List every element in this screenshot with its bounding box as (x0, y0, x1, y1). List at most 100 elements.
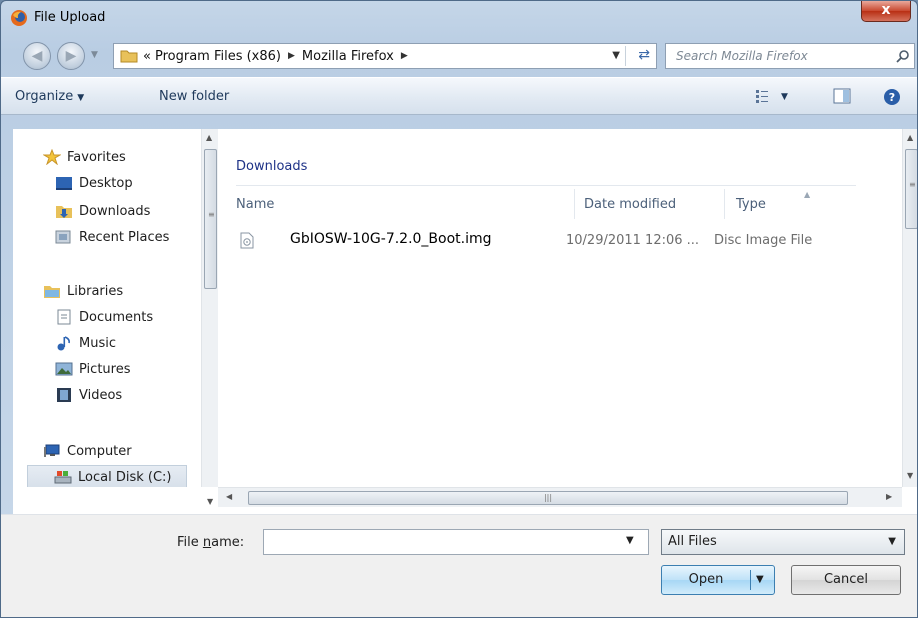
nav-item-local-disk[interactable]: Local Disk (C:) (27, 465, 187, 487)
nav-scroll-thumb[interactable]: ≡ (204, 149, 217, 289)
file-name-input[interactable] (263, 529, 649, 555)
nav-label: Documents (79, 309, 154, 325)
search-icon[interactable] (896, 49, 910, 63)
scroll-left-icon[interactable]: ◀ (226, 492, 232, 501)
back-arrow-icon: ◀ (31, 48, 43, 64)
document-icon (57, 309, 71, 325)
nav-item-music[interactable]: Music (55, 331, 116, 355)
window-title: File Upload (34, 10, 106, 25)
column-header-type[interactable]: Type (736, 197, 766, 212)
desktop-icon (56, 177, 72, 190)
file-type-filter-select[interactable]: All Files ▼ (661, 529, 905, 555)
filter-value: All Files (668, 534, 717, 549)
address-dropdown-icon[interactable]: ▼ (612, 50, 620, 61)
nav-label: Desktop (79, 175, 133, 191)
scroll-up-icon[interactable]: ▲ (907, 133, 913, 142)
organize-label: Organize (15, 89, 74, 104)
nav-item-desktop[interactable]: Desktop (55, 171, 133, 195)
navigation-pane: Favorites Desktop Downloads Recent Place… (13, 129, 201, 487)
nav-label: Videos (79, 387, 123, 403)
folder-icon (120, 50, 138, 63)
forward-arrow-icon: ▶ (65, 48, 77, 64)
close-button[interactable]: x (861, 1, 911, 22)
firefox-icon (11, 10, 27, 26)
nav-item-videos[interactable]: Videos (55, 383, 122, 407)
file-name-dropdown-icon[interactable]: ▼ (626, 535, 634, 546)
table-row[interactable]: GbIOSW-10G-7.2.0_Boot.img 10/29/2011 12:… (240, 229, 850, 253)
svg-text:?: ? (889, 91, 895, 104)
scroll-right-icon[interactable]: ▶ (886, 492, 892, 501)
column-divider[interactable] (724, 189, 725, 219)
organize-button[interactable]: Organize ▼ (15, 89, 84, 104)
view-options-icon[interactable] (755, 88, 775, 104)
back-button[interactable]: ◀ (23, 42, 51, 70)
nav-item-computer[interactable]: Computer (43, 439, 132, 463)
breadcrumb-program-files[interactable]: Program Files (x86) (155, 49, 281, 64)
local-disk-icon (54, 471, 72, 484)
file-scroll-thumb[interactable]: ≡ (905, 149, 917, 229)
breadcrumb-mozilla-firefox[interactable]: Mozilla Firefox (302, 49, 394, 64)
nav-label: Libraries (67, 283, 124, 299)
search-placeholder: Search Mozilla Firefox (676, 49, 808, 63)
column-header-date-modified[interactable]: Date modified (584, 197, 676, 212)
grip-icon: ≡ (208, 210, 215, 219)
refresh-icon[interactable]: ⇄ (638, 47, 650, 63)
nav-item-documents[interactable]: Documents (55, 305, 153, 329)
breadcrumb-separator-icon[interactable]: ▶ (288, 51, 295, 61)
nav-label: Computer (67, 443, 132, 459)
file-upload-dialog: File Upload x ◀ ▶ ▼ « Program Files (x86… (0, 0, 918, 618)
view-dropdown-icon[interactable]: ▼ (781, 92, 788, 102)
open-label: Open (688, 572, 724, 587)
pictures-icon (55, 362, 73, 376)
videos-icon (57, 388, 71, 402)
nav-label: Music (79, 335, 116, 351)
scroll-up-icon[interactable]: ▲ (206, 133, 212, 142)
file-date-cell: 10/29/2011 12:06 ... (566, 233, 700, 248)
sort-arrow-icon: ▲ (804, 190, 811, 199)
nav-label: Downloads (79, 203, 151, 219)
breadcrumb-separator-icon[interactable]: ▶ (401, 51, 408, 61)
open-button[interactable]: Open ▼ (661, 565, 775, 595)
disc-image-file-icon (240, 232, 254, 249)
help-icon[interactable]: ? (883, 88, 901, 106)
nav-item-pictures[interactable]: Pictures (55, 357, 130, 381)
nav-item-downloads[interactable]: Downloads (55, 199, 150, 223)
address-row: ◀ ▶ ▼ « Program Files (x86) ▶ Mozilla Fi… (1, 39, 917, 73)
search-input[interactable]: Search Mozilla Firefox (665, 43, 915, 69)
new-folder-button[interactable]: New folder (159, 89, 229, 104)
open-split-divider (750, 570, 751, 590)
libraries-icon (44, 286, 60, 298)
column-divider[interactable] (574, 189, 575, 219)
file-name-form: File name: ▼ All Files ▼ Open ▼ Cancel (1, 514, 917, 617)
file-list-scrollbar[interactable]: ▲ ≡ ▼ (902, 129, 917, 487)
forward-button[interactable]: ▶ (57, 42, 85, 70)
chevron-down-icon: ▼ (888, 536, 896, 547)
cancel-button[interactable]: Cancel (791, 565, 901, 595)
nav-label: Favorites (67, 149, 126, 165)
group-divider (236, 185, 856, 186)
nav-item-recent-places[interactable]: Recent Places (55, 225, 169, 249)
address-divider (625, 46, 626, 66)
nav-label: Recent Places (79, 229, 170, 245)
nav-pane-scrollbar[interactable]: ▲ ≡ (201, 129, 218, 487)
open-options-dropdown-icon[interactable]: ▼ (756, 566, 764, 594)
preview-pane-icon[interactable] (833, 88, 851, 104)
breadcrumb-overflow[interactable]: « (143, 49, 151, 64)
recent-pages-dropdown-icon[interactable]: ▼ (91, 50, 98, 60)
star-icon (43, 149, 61, 165)
file-name-label: File name: (177, 535, 245, 550)
nav-item-libraries[interactable]: Libraries (43, 279, 123, 303)
close-icon: x (881, 2, 891, 18)
breadcrumb[interactable]: « Program Files (x86) ▶ Mozilla Firefox … (113, 43, 657, 69)
nav-item-favorites[interactable]: Favorites (43, 145, 126, 169)
column-header-name[interactable]: Name (236, 197, 274, 212)
downloads-folder-icon (56, 206, 72, 218)
title-bar[interactable]: File Upload x (1, 1, 917, 35)
file-list: Downloads Name Date modified ▲ Type GbIO… (218, 129, 902, 487)
nav-label: Pictures (79, 361, 131, 377)
scroll-down-icon[interactable]: ▼ (207, 497, 213, 506)
horizontal-scrollbar[interactable]: ◀ ||| ▶ (218, 487, 902, 507)
file-name-cell: GbIOSW-10G-7.2.0_Boot.img (290, 231, 492, 247)
horizontal-scroll-thumb[interactable]: ||| (248, 491, 848, 505)
scroll-down-icon[interactable]: ▼ (907, 471, 913, 480)
